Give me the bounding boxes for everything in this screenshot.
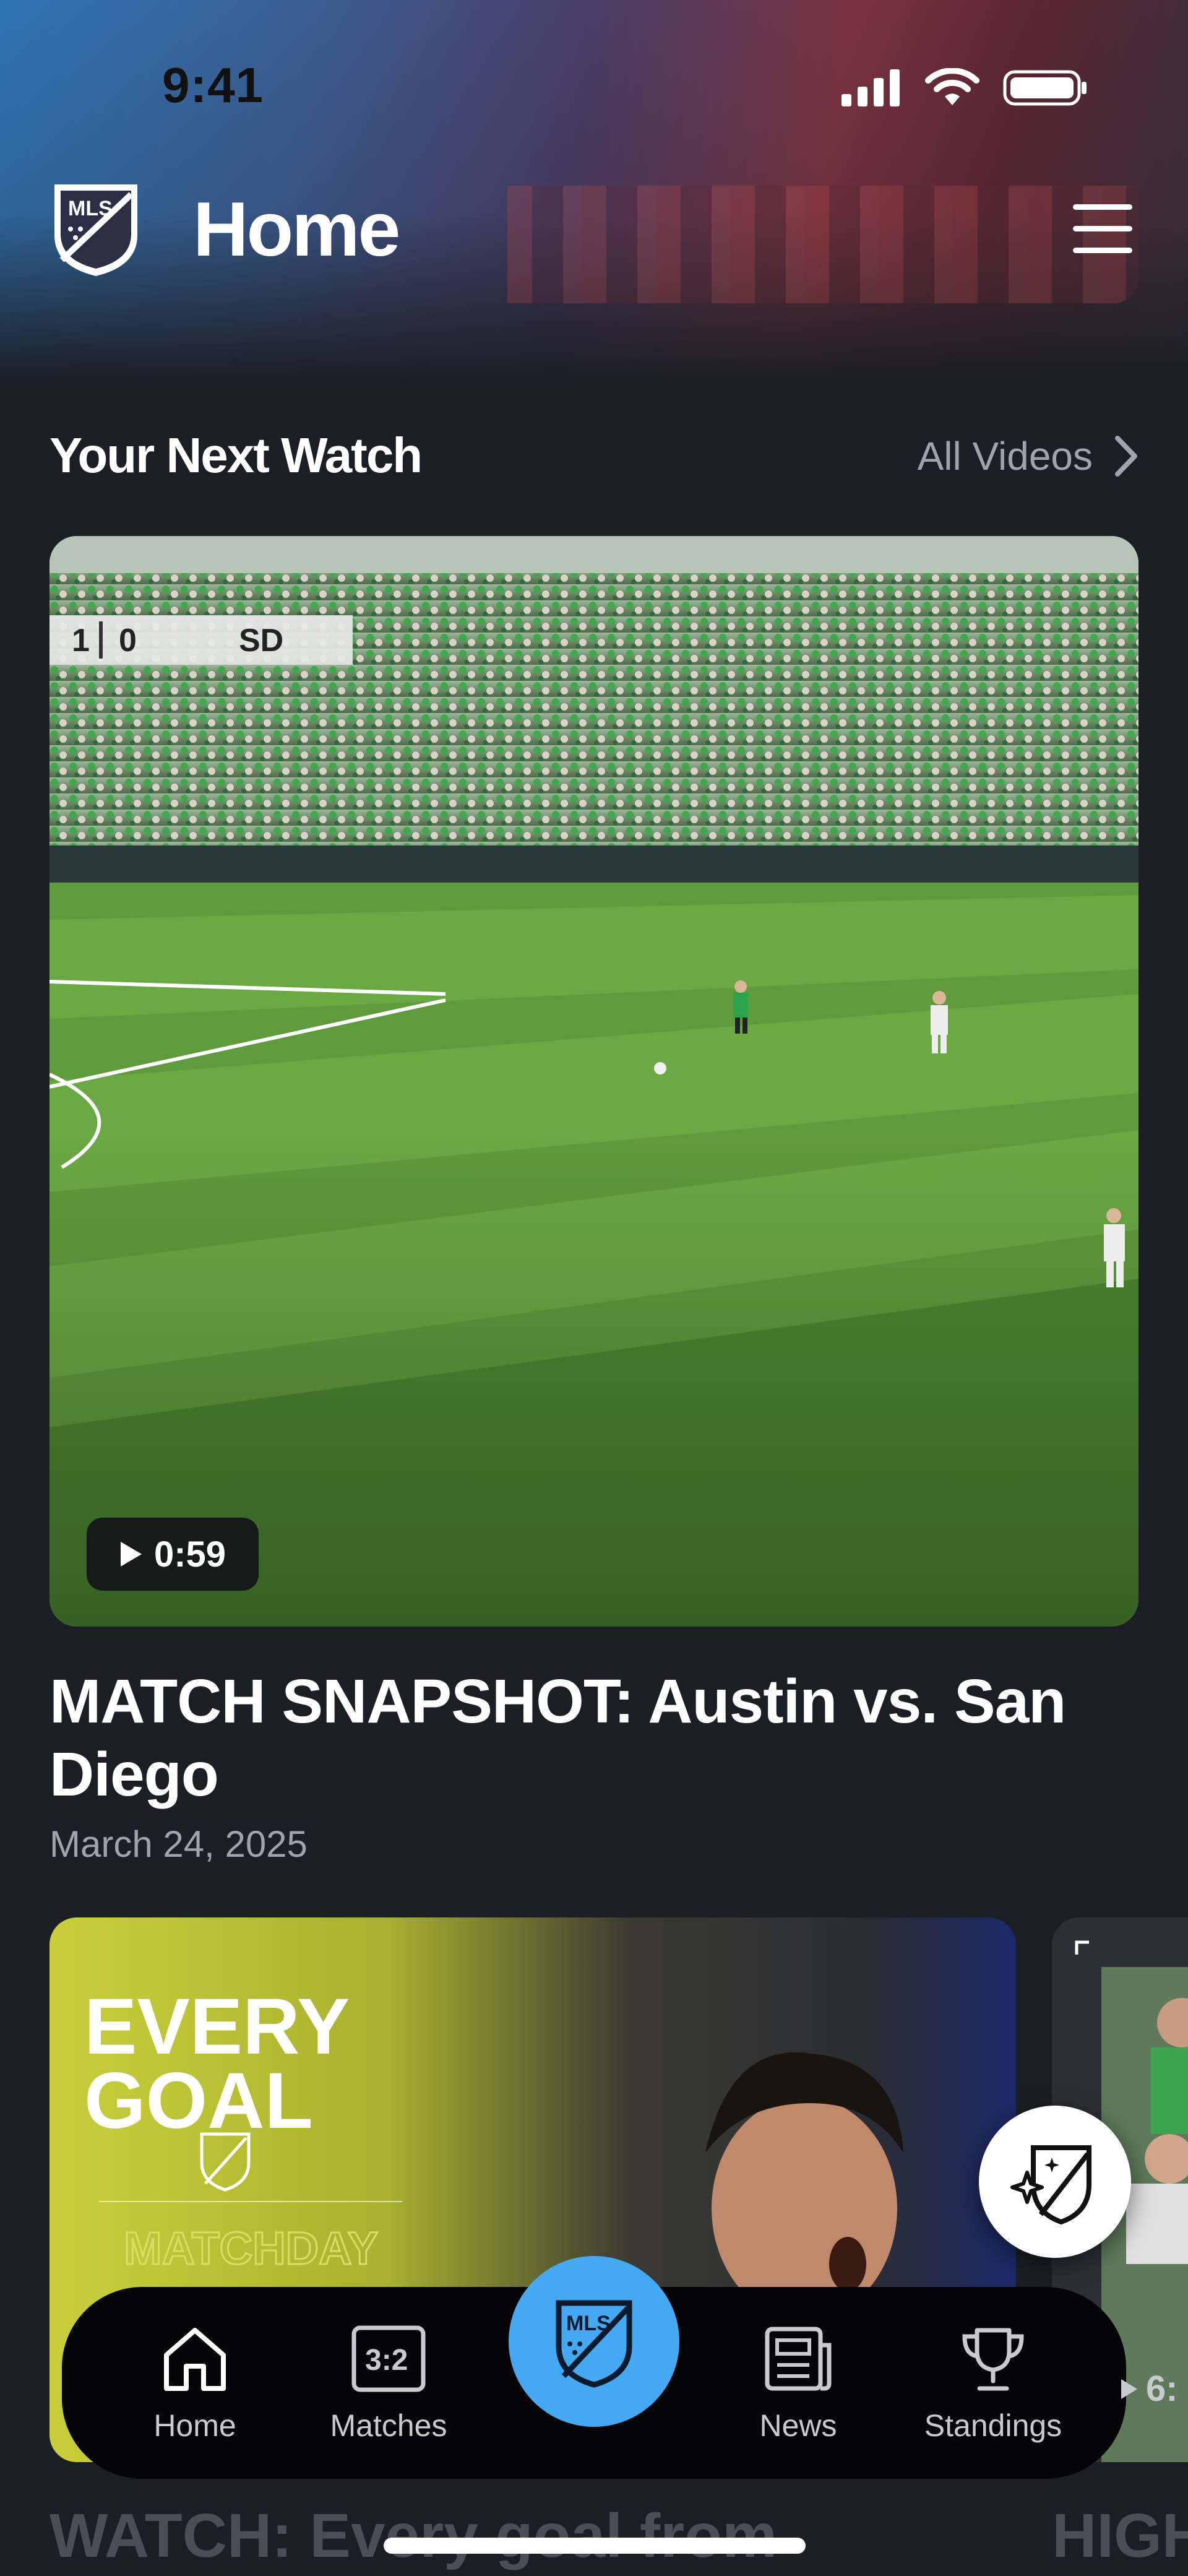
tab-standings-label: Standings	[924, 2408, 1062, 2443]
svg-text:MLS: MLS	[566, 2312, 611, 2335]
all-videos-label: All Videos	[917, 434, 1093, 478]
duration-text: 0:59	[153, 1534, 226, 1575]
video-date: March 24, 2025	[50, 1823, 308, 1865]
tab-matches-label: Matches	[330, 2408, 447, 2443]
svg-text:3:2: 3:2	[365, 2344, 408, 2377]
scoreboard-icon: 3:2	[351, 2325, 426, 2392]
sparkle-crest-icon	[1010, 2145, 1091, 2225]
scoreboard	[50, 615, 353, 665]
mls-crest-icon: MLS	[556, 2300, 632, 2388]
tab-standings[interactable]: Standings	[913, 2324, 1074, 2460]
ai-assistant-button[interactable]	[979, 2106, 1131, 2258]
wifi-icon	[925, 68, 979, 105]
tab-news[interactable]: News	[718, 2324, 879, 2460]
status-time: 9:41	[162, 58, 264, 113]
play-icon	[1121, 2379, 1137, 2399]
carousel-caption-every-goal[interactable]: WATCH: Every goal from	[50, 2500, 777, 2572]
page-title: Home	[193, 187, 401, 272]
status-icons	[840, 68, 1089, 108]
featured-video-thumbnail[interactable]: 1 0 SD	[50, 536, 1138, 1627]
tab-home-label: Home	[153, 2408, 236, 2443]
play-icon	[120, 1542, 142, 1567]
score-away: 0	[119, 623, 137, 659]
cellular-signal-icon	[842, 69, 900, 106]
score-home: 1	[72, 623, 90, 659]
tab-news-label: News	[759, 2408, 837, 2443]
away-team: SD	[239, 623, 283, 659]
mls-crest-icon: MLS	[54, 184, 137, 276]
newspaper-icon	[765, 2327, 832, 2391]
house-icon	[164, 2328, 226, 2391]
battery-icon	[1003, 70, 1087, 106]
matchday-badge: MATCHDAY	[124, 2223, 378, 2274]
video-title[interactable]: MATCH SNAPSHOT: Austin vs. San Diego	[50, 1665, 1101, 1811]
menu-button[interactable]	[1073, 204, 1132, 254]
tab-matches[interactable]: 3:2 Matches	[308, 2324, 469, 2460]
top-bar: MLS Home	[0, 167, 1188, 291]
section-title: Your Next Watch	[50, 428, 423, 483]
carousel-caption-highlights[interactable]: HIGH	[1052, 2500, 1188, 2572]
mls-logo[interactable]: MLS	[50, 179, 142, 279]
home-indicator	[384, 2538, 806, 2554]
tab-mls-center-button[interactable]: MLS	[509, 2256, 679, 2427]
soccer-field-image: 1 0 SD	[50, 536, 1138, 1627]
menu-icon	[1073, 204, 1132, 210]
carousel-card-2-duration: 6:	[1120, 2368, 1178, 2410]
video-duration-badge: 0:59	[87, 1518, 259, 1591]
every-goal-line2: GOAL	[84, 2057, 313, 2145]
bottom-tab-bar: Home 3:2 Matches MLS News Standings	[62, 2256, 1126, 2479]
status-bar: 9:41	[0, 0, 1188, 161]
trophy-icon	[962, 2328, 1024, 2391]
tab-home[interactable]: Home	[114, 2324, 275, 2460]
svg-text:MLS: MLS	[68, 197, 113, 220]
carousel-card-2-duration-text: 6:	[1146, 2369, 1178, 2409]
chevron-right-icon	[1115, 436, 1137, 477]
all-videos-link[interactable]: All Videos	[918, 433, 1138, 479]
